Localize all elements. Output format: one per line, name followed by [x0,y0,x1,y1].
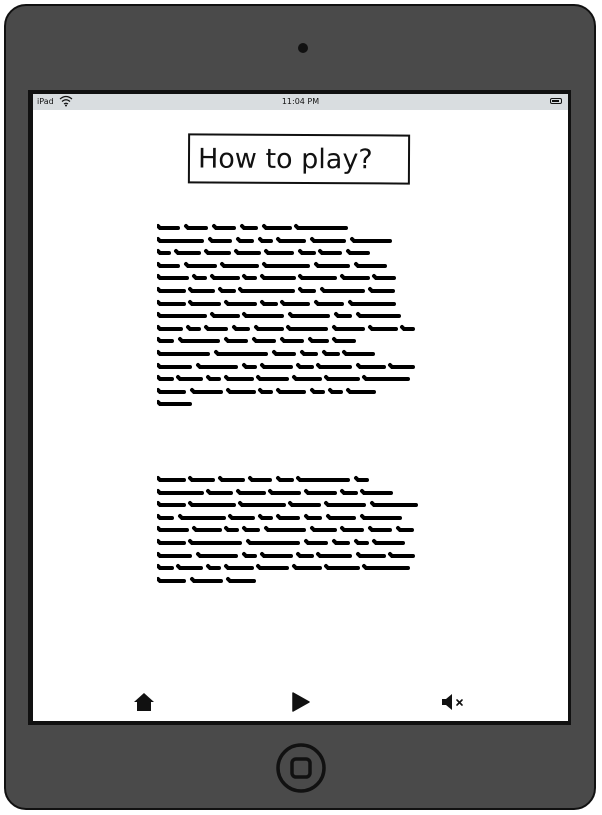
placeholder-text-line [157,286,395,293]
play-icon [292,692,310,712]
placeholder-text-line [157,538,405,545]
play-button[interactable] [292,692,310,716]
home-icon [134,693,154,711]
home-button-icon [276,743,326,793]
page-title-text: How to play? [197,142,373,175]
placeholder-text-line [157,576,256,583]
placeholder-text-line [157,299,396,306]
placeholder-text-line [157,564,410,571]
placeholder-text-line [157,513,402,520]
placeholder-text-line [157,501,418,508]
mute-icon [442,694,463,710]
mute-button[interactable] [441,692,467,716]
placeholder-text-line [157,526,414,533]
placeholder-text-line [157,400,192,407]
placeholder-text-line [157,375,410,382]
page-title: How to play? [187,133,411,185]
placeholder-text-line [157,249,370,256]
placeholder-text-line [157,349,375,356]
clock: 11:04 PM [281,97,320,106]
battery-icon [550,98,562,104]
placeholder-text-line [157,488,393,495]
placeholder-text-line [157,261,387,268]
placeholder-text-line [157,312,401,319]
home-hardware-button[interactable] [275,742,327,794]
placeholder-text-line [157,236,392,243]
camera-icon [298,43,308,53]
placeholder-text-line [157,274,396,281]
instructions-paragraph-2 [157,474,479,587]
instructions-paragraph-1 [157,222,479,411]
placeholder-text-line [157,387,376,394]
placeholder-text-line [157,337,356,344]
status-bar: iPad 11:04 PM [33,94,568,110]
placeholder-text-line [157,324,415,331]
placeholder-text-line [157,476,369,482]
placeholder-text-line [157,362,415,369]
home-button[interactable] [133,692,155,716]
placeholder-text-line [157,551,415,558]
placeholder-text-line [157,224,348,230]
screen: iPad 11:04 PM How to play? [33,94,568,721]
